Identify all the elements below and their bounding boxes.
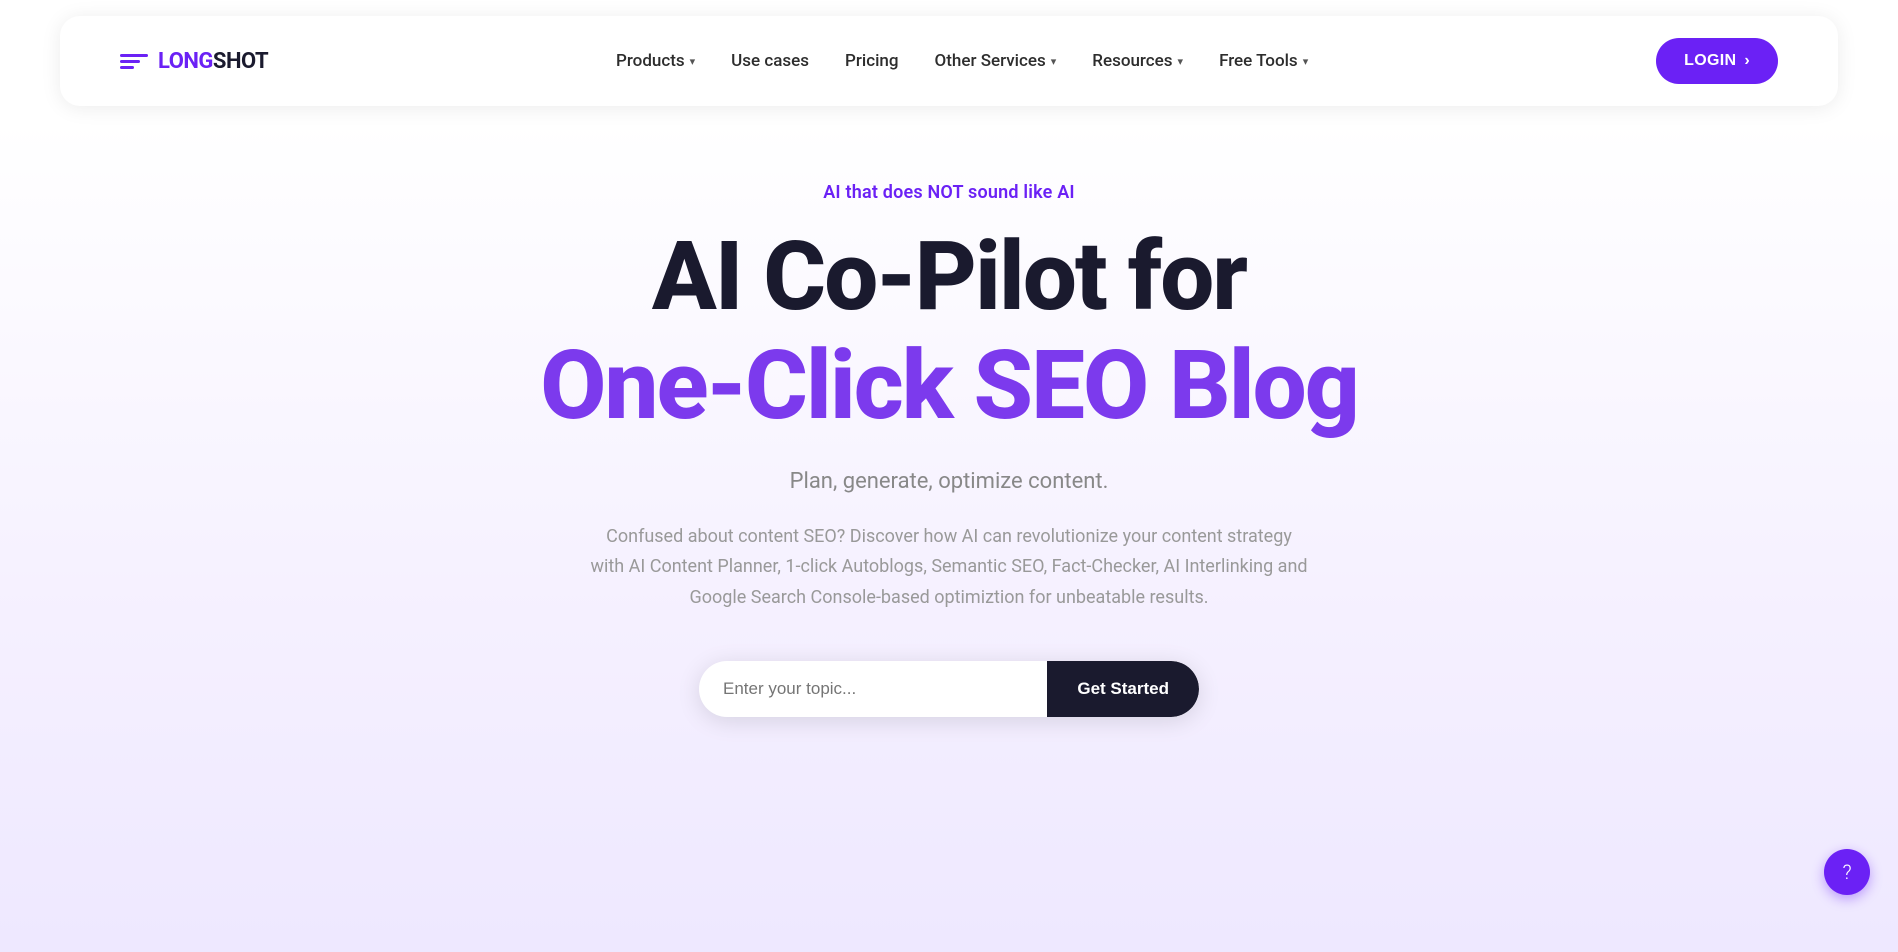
nav-link-use-cases[interactable]: Use cases [731,51,809,71]
navbar: LONGSHOT Products ▾ Use cases Pricing Ot… [60,16,1838,106]
nav-item-free-tools[interactable]: Free Tools ▾ [1219,51,1308,71]
nav-link-pricing[interactable]: Pricing [845,51,899,71]
nav-item-other-services[interactable]: Other Services ▾ [935,51,1057,71]
hero-subtitle: Plan, generate, optimize content. [790,469,1109,494]
chevron-down-icon: ▾ [1303,55,1309,68]
nav-link-free-tools[interactable]: Free Tools ▾ [1219,51,1308,71]
chevron-down-icon: ▾ [690,55,696,68]
nav-item-pricing[interactable]: Pricing [845,51,899,71]
logo-icon [120,47,152,75]
login-button[interactable]: LOGIN › [1656,38,1778,84]
hero-section: AI that does NOT sound like AI AI Co-Pil… [0,122,1898,952]
cta-input-wrapper: Get Started [699,661,1199,717]
hero-title-line2: One-Click SEO Blog [540,336,1358,437]
nav-link-other-services[interactable]: Other Services ▾ [935,51,1057,71]
cta-input[interactable] [699,661,1047,717]
nav-item-use-cases[interactable]: Use cases [731,51,809,71]
nav-links: Products ▾ Use cases Pricing Other Servi… [616,51,1308,71]
logo[interactable]: LONGSHOT [120,47,268,75]
hero-description: Confused about content SEO? Discover how… [589,522,1309,614]
nav-link-products[interactable]: Products ▾ [616,51,695,71]
hero-title-line1: AI Co-Pilot for [652,227,1246,328]
logo-shot: SHOT [213,49,268,74]
nav-item-products[interactable]: Products ▾ [616,51,695,71]
logo-long: LONG [158,49,213,74]
logo-text: LONGSHOT [158,49,268,74]
chevron-down-icon: ▾ [1178,55,1184,68]
nav-link-resources[interactable]: Resources ▾ [1092,51,1183,71]
nav-item-resources[interactable]: Resources ▾ [1092,51,1183,71]
chevron-down-icon: ▾ [1051,55,1057,68]
help-icon: ? [1842,860,1851,884]
hero-tagline: AI that does NOT sound like AI [823,182,1075,203]
help-bubble[interactable]: ? [1824,849,1870,895]
cta-button[interactable]: Get Started [1047,661,1199,717]
